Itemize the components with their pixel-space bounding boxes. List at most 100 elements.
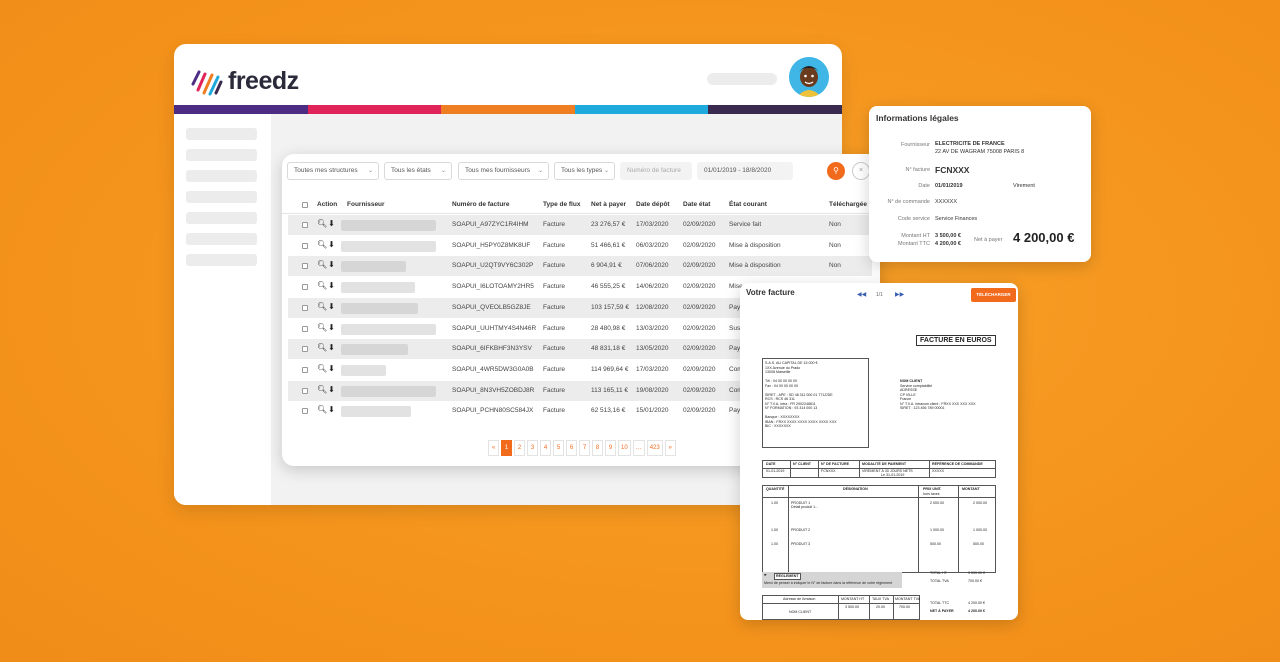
sidebar-item[interactable] [186, 128, 257, 140]
invoice-number[interactable]: SOAPUI_I6LOTOAMY2HR5 [452, 283, 534, 290]
invoice-number[interactable]: SOAPUI_8N3VH5ZOBDJ8R [452, 387, 534, 394]
col-etat[interactable]: État courant [729, 201, 767, 208]
types-select[interactable]: Tous les types ⌄ [554, 162, 615, 180]
pagination-page[interactable]: 1 [501, 440, 512, 456]
view-icon[interactable]: 🔍︎ [317, 281, 328, 290]
download-icon[interactable]: ⬇ [328, 281, 336, 290]
row-checkbox[interactable] [302, 387, 308, 394]
select-all-checkbox[interactable] [302, 202, 308, 208]
row-checkbox[interactable] [302, 325, 308, 332]
col-fournisseur[interactable]: Fournisseur [347, 201, 385, 208]
table-header: Action Fournisseur Numéro de facture Typ… [282, 196, 880, 214]
col-numero[interactable]: Numéro de facture [452, 201, 509, 208]
pagination-next[interactable]: » [664, 440, 676, 456]
invoice-number[interactable]: SOAPUI_H5PY0Z8MK8UF [452, 242, 530, 249]
sidebar-item[interactable] [186, 191, 257, 203]
download-button[interactable]: TÉLÉCHARGER [971, 288, 1016, 302]
etats-select[interactable]: Tous les états ⌄ [384, 162, 452, 180]
row-checkbox[interactable] [302, 222, 308, 228]
row-checkbox[interactable] [302, 408, 308, 415]
line-qte: 1.00 [771, 542, 778, 546]
download-icon[interactable]: ⬇ [328, 364, 336, 373]
pagination-page[interactable]: 5 [553, 440, 564, 456]
download-icon[interactable]: ⬇ [328, 302, 336, 311]
table-row[interactable]: 🔍︎⬇ SOAPUI_A97ZYC1R4IHM Facture 23 276,57 €… [288, 215, 872, 235]
invoice-number-input[interactable]: Numéro de facture [620, 162, 692, 180]
download-icon[interactable]: ⬇ [328, 240, 336, 249]
sidebar-item[interactable] [186, 149, 257, 161]
line-montant: 500.00 [973, 542, 984, 546]
types-select-value: Tous les types [561, 167, 603, 174]
download-icon[interactable]: ⬇ [328, 260, 336, 269]
pagination-page[interactable]: 423 [646, 440, 663, 456]
download-icon[interactable]: ⬇ [328, 219, 336, 228]
col-type[interactable]: Type de flux [543, 201, 580, 208]
clear-filters-button[interactable]: × [852, 162, 870, 180]
invoice-number[interactable]: SOAPUI_4WR5DW3G0A0B [452, 366, 534, 373]
sidebar-item[interactable] [186, 233, 257, 245]
line-detail: Détail produit 1... [791, 505, 819, 509]
structures-select[interactable]: Toutes mes structures ⌄ [287, 162, 379, 180]
tax-header: Adresse de livraison [783, 597, 816, 601]
row-checkbox[interactable] [302, 346, 308, 353]
tax-value: 20.00 [876, 605, 885, 609]
col-action[interactable]: Action [317, 201, 337, 208]
view-icon[interactable]: 🔍︎ [317, 323, 328, 332]
invoice-number[interactable]: SOAPUI_6IFKBHF3N3YSV [452, 345, 532, 352]
previous-page-button[interactable]: ◀◀ [857, 291, 866, 298]
table-row[interactable]: 🔍︎⬇ SOAPUI_H5PY0Z8MK8UF Facture 51 466,61 €… [288, 236, 872, 256]
download-icon[interactable]: ⬇ [328, 385, 336, 394]
view-icon[interactable]: 🔍︎ [317, 343, 328, 352]
row-checkbox[interactable] [302, 304, 308, 311]
view-icon[interactable]: 🔍︎ [317, 302, 328, 311]
deposit-date: 06/03/2020 [636, 241, 669, 249]
view-icon[interactable]: 🔍︎ [317, 219, 328, 228]
pagination-page[interactable]: 10 [618, 440, 631, 456]
pagination-page[interactable]: 6 [566, 440, 577, 456]
invoice-number[interactable]: SOAPUI_UUHTMY4S4N46R [452, 325, 536, 332]
freedz-logo[interactable]: freedz [189, 64, 299, 98]
col-telechargee[interactable]: Téléchargée [829, 201, 867, 208]
row-checkbox[interactable] [302, 242, 308, 249]
next-page-button[interactable]: ▶▶ [895, 291, 904, 298]
download-icon[interactable]: ⬇ [328, 405, 336, 414]
avatar[interactable] [789, 57, 829, 97]
pagination-page[interactable]: 2 [514, 440, 525, 456]
line-montant: 2 000.00 [973, 501, 987, 505]
col-date-depot[interactable]: Date dépôt [636, 201, 670, 208]
invoice-number[interactable]: SOAPUI_QVEOLB5GZ8JE [452, 304, 531, 311]
view-icon[interactable]: 🔍︎ [317, 364, 328, 373]
col-net[interactable]: Net à payer [591, 201, 626, 208]
view-icon[interactable]: 🔍︎ [317, 385, 328, 394]
col-date-etat[interactable]: Date état [683, 201, 710, 208]
pagination-page[interactable]: 4 [540, 440, 551, 456]
deposit-date: 12/08/2020 [636, 303, 669, 311]
sidebar-item[interactable] [186, 254, 257, 266]
row-checkbox[interactable] [302, 284, 308, 291]
invoice-number[interactable]: SOAPUI_A97ZYC1R4IHM [452, 221, 529, 228]
facture-value: FCNXXX [935, 165, 970, 175]
sidebar-item[interactable] [186, 212, 257, 224]
view-icon[interactable]: 🔍︎ [317, 405, 328, 414]
row-checkbox[interactable] [302, 366, 308, 373]
pagination-page[interactable]: 8 [592, 440, 603, 456]
row-checkbox[interactable] [302, 263, 308, 270]
pagination-page[interactable]: 7 [579, 440, 590, 456]
date-range-input[interactable]: 01/01/2019 - 18/8/2020 [697, 162, 793, 180]
fournisseurs-select[interactable]: Tous mes fournisseurs ⌄ [458, 162, 549, 180]
view-icon[interactable]: 🔍︎ [317, 240, 328, 249]
table-row[interactable]: 🔍︎⬇ SOAPUI_U2QT9VY6C302P Facture 6 904,91 €… [288, 256, 872, 277]
sidebar-item[interactable] [186, 170, 257, 182]
line-prix: 2 000.00 [930, 501, 944, 505]
view-icon[interactable]: 🔍︎ [317, 260, 328, 269]
pagination-prev[interactable]: « [488, 440, 499, 456]
search-button[interactable]: ⚲ [827, 162, 845, 180]
invoice-number[interactable]: SOAPUI_U2QT9VY6C302P [452, 262, 533, 269]
pagination-page[interactable]: 3 [527, 440, 538, 456]
invoice-number[interactable]: SOAPUI_PCHN80SC584JX [452, 407, 533, 414]
download-icon[interactable]: ⬇ [328, 343, 336, 352]
pagination-page[interactable]: … [632, 440, 645, 456]
pagination-page[interactable]: 9 [605, 440, 616, 456]
download-icon[interactable]: ⬇ [328, 323, 336, 332]
close-icon: × [858, 167, 864, 174]
